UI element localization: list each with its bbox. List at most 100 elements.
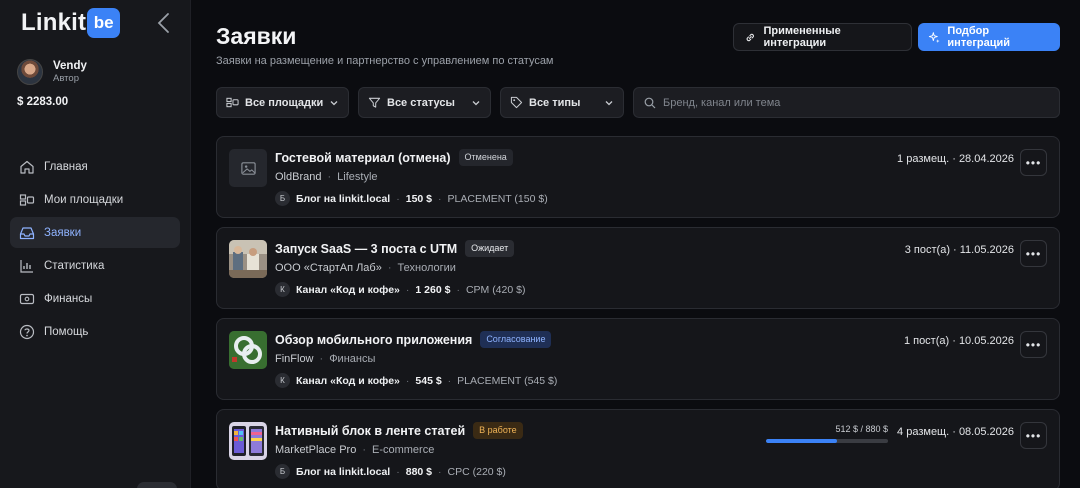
logo-text: Linkit <box>21 9 87 36</box>
page-title: Заявки <box>216 23 297 49</box>
brand-name: OldBrand <box>275 171 322 183</box>
chevron-down-icon <box>472 101 480 106</box>
avatar <box>17 59 43 85</box>
balance: $ 2283.00 <box>17 96 69 108</box>
category: Lifestyle <box>337 171 378 183</box>
status-filter[interactable]: Все статусы <box>358 87 491 118</box>
pricing-type: CPC (220 $) <box>447 465 506 478</box>
budget-progress-label: 512 $ / 880 $ <box>835 424 888 434</box>
request-card[interactable]: Обзор мобильного приложения Согласование… <box>216 318 1060 400</box>
main-content: Заявки Заявки на размещение и партнерств… <box>192 0 1080 488</box>
category: E-commerce <box>371 444 435 456</box>
request-card[interactable]: Запуск SaaS — 3 поста с UTM Ожидает ООО … <box>216 227 1060 309</box>
more-options-button[interactable]: ••• <box>1020 422 1047 449</box>
sparkle-icon <box>928 31 940 43</box>
placement-info: 3 пост(а) · 11.05.2026 <box>904 244 1014 256</box>
request-thumbnail <box>229 240 267 278</box>
sidebar-item-home[interactable]: Главная <box>10 151 180 182</box>
request-title: Гостевой материал (отмена) <box>275 150 451 165</box>
price: 150 $ <box>405 192 433 205</box>
filter-icon <box>368 97 381 108</box>
help-icon <box>18 324 35 341</box>
channel-initial: Б <box>275 191 290 206</box>
search-icon <box>644 97 656 108</box>
request-title: Запуск SaaS — 3 поста с UTM <box>275 241 458 256</box>
logo[interactable]: Linkit be <box>21 8 121 38</box>
more-options-button[interactable]: ••• <box>1020 331 1047 358</box>
applied-integrations-label: Примененные интеграции <box>763 25 841 49</box>
platforms-icon <box>226 97 239 108</box>
match-integrations-label: Подбор интеграций <box>947 25 1011 49</box>
status-badge: Отменена <box>458 149 513 166</box>
user-role: Автор <box>53 72 79 84</box>
channel-name: Канал «Код и кофе» <box>296 374 400 387</box>
sidebar-item-help[interactable]: Помощь <box>10 317 180 348</box>
user-name: Vendy <box>53 59 87 72</box>
more-options-button[interactable]: ••• <box>1020 240 1047 267</box>
request-title: Обзор мобильного приложения <box>275 332 473 347</box>
applied-integrations-button[interactable]: Примененные интеграции <box>733 23 912 51</box>
search-box[interactable] <box>633 87 1060 118</box>
placement-info: 1 пост(а) · 10.05.2026 <box>903 335 1014 347</box>
channel-name: Блог на linkit.local <box>296 465 391 478</box>
sidebar-nav: Главная Мои площадки Заявки Статистика Ф… <box>10 151 180 350</box>
status-badge: Согласование <box>480 331 552 348</box>
brand-name: FinFlow <box>275 353 314 365</box>
type-filter[interactable]: Все типы <box>500 87 624 118</box>
pricing-type: PLACEMENT (545 $) <box>457 374 558 387</box>
sidebar-item-label: Помощь <box>44 326 89 339</box>
chevron-left-icon <box>157 13 169 33</box>
status-badge: Ожидает <box>465 240 515 257</box>
pricing-type: PLACEMENT (150 $) <box>447 192 548 205</box>
sidebar-item-requests[interactable]: Заявки <box>10 217 180 249</box>
sidebar-item-label: Мои площадки <box>44 193 124 206</box>
budget-progress: 512 $ / 880 $ <box>766 424 888 443</box>
platform-filter-value: Все площадки <box>245 96 324 109</box>
logo-badge: be <box>87 8 121 38</box>
placement-info: 4 размещ. · 08.05.2026 <box>897 426 1014 438</box>
category: Технологии <box>397 262 456 274</box>
link-icon <box>746 33 754 41</box>
search-input[interactable] <box>663 96 1043 109</box>
sidebar-item-finance[interactable]: Финансы <box>10 284 180 315</box>
sidebar-item-label: Главная <box>44 160 88 173</box>
request-thumbnail <box>229 331 267 369</box>
price: 545 $ <box>415 374 442 387</box>
wallet-icon <box>18 291 35 308</box>
platform-filter[interactable]: Все площадки <box>216 87 349 118</box>
home-icon <box>18 158 35 175</box>
collapse-sidebar-button[interactable] <box>156 12 172 34</box>
price: 880 $ <box>405 465 433 478</box>
progress-fill <box>766 439 837 443</box>
page-subtitle: Заявки на размещение и партнерство с упр… <box>216 55 554 67</box>
request-card[interactable]: Гостевой материал (отмена) Отменена OldB… <box>216 136 1060 218</box>
tag-icon <box>510 96 523 109</box>
channel-initial: К <box>275 282 290 297</box>
chevron-down-icon <box>605 101 613 106</box>
request-title: Нативный блок в ленте статей <box>275 423 466 438</box>
placement-info: 1 размещ. · 28.04.2026 <box>897 153 1014 165</box>
request-thumbnail <box>229 422 267 460</box>
theme-toggle[interactable] <box>137 482 177 488</box>
channel-initial: Б <box>275 464 290 479</box>
inbox-icon <box>18 224 35 241</box>
sidebar-item-label: Статистика <box>44 260 105 273</box>
status-filter-value: Все статусы <box>387 96 455 109</box>
request-card[interactable]: Нативный блок в ленте статей В работе Ma… <box>216 409 1060 488</box>
category: Финансы <box>329 353 376 365</box>
channel-initial: К <box>275 373 290 388</box>
progress-track <box>766 439 888 443</box>
channel-name: Канал «Код и кофе» <box>296 283 400 296</box>
brand-name: ООО «СтартАп Лаб» <box>275 262 382 274</box>
user-profile[interactable]: Vendy Автор <box>17 59 87 85</box>
sidebar-item-statistics[interactable]: Статистика <box>10 251 180 282</box>
sidebar-item-platforms[interactable]: Мои площадки <box>10 184 180 215</box>
sidebar: Linkit be Vendy Автор $ 2283.00 Главная … <box>0 0 191 488</box>
more-options-button[interactable]: ••• <box>1020 149 1047 176</box>
match-integrations-button[interactable]: Подбор интеграций <box>918 23 1060 51</box>
sidebar-item-label: Финансы <box>44 293 93 306</box>
pricing-type: CPM (420 $) <box>465 283 526 296</box>
type-filter-value: Все типы <box>529 96 581 109</box>
platforms-icon <box>18 191 35 208</box>
price: 1 260 $ <box>415 283 451 296</box>
